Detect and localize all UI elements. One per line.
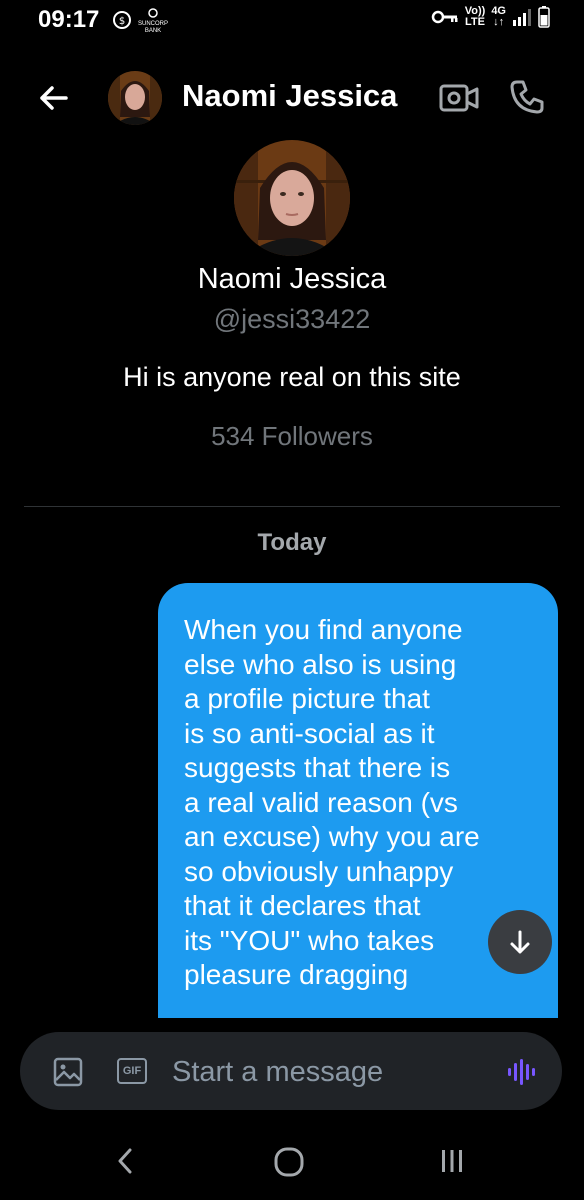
- volte-indicator: Vo)) LTE: [465, 6, 486, 28]
- lte-label: LTE: [465, 16, 485, 28]
- profile-followers[interactable]: 534 Followers: [0, 421, 584, 452]
- image-icon: [53, 1057, 83, 1087]
- message-input[interactable]: Start a message: [172, 1052, 472, 1092]
- svg-text:$: $: [119, 16, 125, 27]
- add-image-button[interactable]: [52, 1056, 84, 1093]
- voice-call-button[interactable]: [508, 78, 546, 121]
- arrow-down-icon: [510, 930, 530, 954]
- bank-label: SUNCORP: [138, 21, 169, 27]
- video-camera-icon: [439, 84, 479, 112]
- signal-icon: [513, 9, 531, 26]
- profile-avatar[interactable]: [234, 140, 350, 256]
- network-indicator: 4G ↓↑: [491, 6, 506, 28]
- battery-icon: [538, 6, 550, 28]
- data-arrows-icon: ↓↑: [493, 16, 505, 28]
- data-saver-icon: $: [112, 10, 132, 35]
- home-circle-icon: [274, 1147, 304, 1177]
- status-time: 09:17: [38, 6, 100, 33]
- date-label: Today: [257, 529, 327, 556]
- gif-button[interactable]: GIF: [117, 1058, 147, 1084]
- phone-icon: [510, 80, 544, 114]
- chevron-left-icon: [118, 1148, 132, 1174]
- message-text: When you find anyone else who also is us…: [184, 614, 480, 990]
- profile-name[interactable]: Naomi Jessica: [0, 263, 584, 296]
- nav-back-button[interactable]: [112, 1146, 140, 1181]
- profile-bio: Hi is anyone real on this site: [123, 362, 461, 392]
- scroll-down-button[interactable]: [488, 910, 552, 974]
- back-button[interactable]: [34, 78, 74, 118]
- voice-message-button[interactable]: [506, 1056, 538, 1093]
- vpn-key-icon: [431, 10, 458, 24]
- profile-handle[interactable]: @jessi33422: [0, 304, 584, 335]
- status-icons: Vo)) LTE 4G ↓↑: [431, 6, 550, 28]
- header-name[interactable]: Naomi Jessica: [182, 78, 397, 114]
- header-avatar[interactable]: [108, 71, 162, 125]
- bank-notification-icon: SUNCORP BANK: [138, 8, 168, 35]
- divider: [24, 506, 560, 507]
- message-bubble[interactable]: When you find anyone else who also is us…: [158, 583, 558, 1063]
- video-call-button[interactable]: [438, 80, 480, 121]
- arrow-left-icon: [40, 86, 68, 110]
- waveform-icon: [508, 1059, 535, 1085]
- bank-label-2: BANK: [144, 28, 162, 34]
- recents-icon: [442, 1150, 462, 1172]
- nav-home-button[interactable]: [272, 1146, 306, 1183]
- nav-recents-button[interactable]: [436, 1146, 468, 1181]
